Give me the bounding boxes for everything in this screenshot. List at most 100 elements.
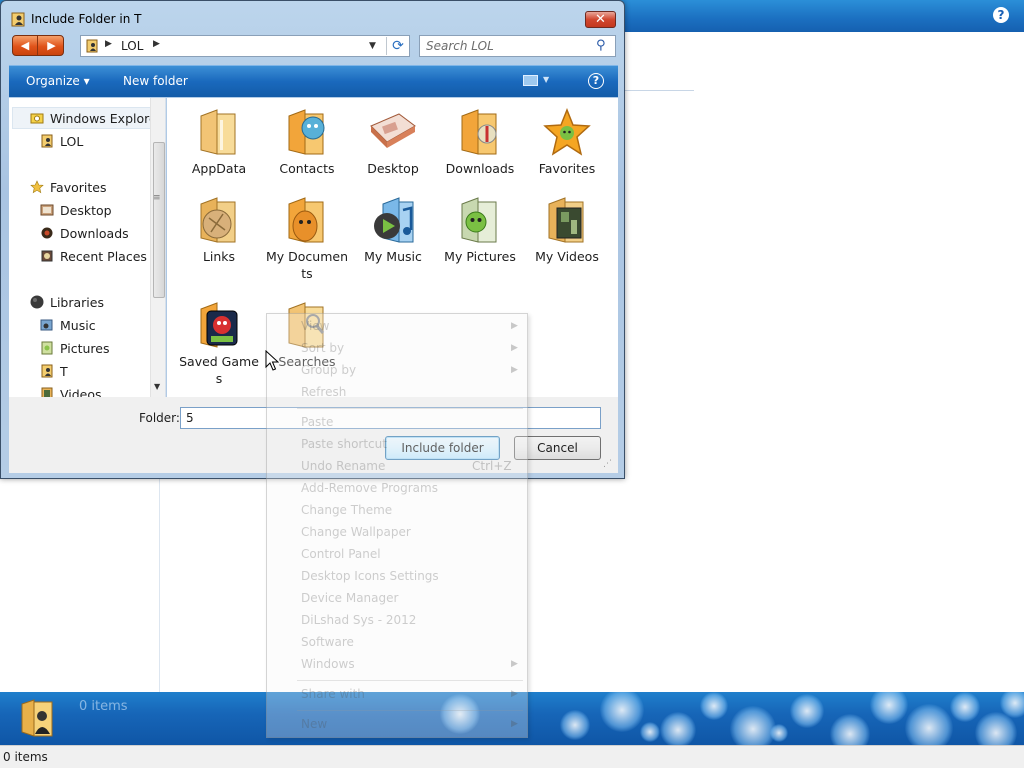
menu-item-new[interactable]: New [301, 717, 327, 731]
view-options-chevron-icon[interactable]: ▼ [543, 75, 549, 84]
nav-item-label: Pictures [60, 341, 110, 356]
organize-button[interactable]: Organize ▾ [26, 74, 90, 88]
navigation-pane: Windows Explorer LOL Favorites Desktop D… [9, 98, 166, 397]
contacts-icon [288, 109, 325, 155]
address-dropdown-icon[interactable]: ▼ [369, 41, 376, 51]
folder-my-music[interactable]: My Music [351, 196, 435, 265]
submenu-arrow-icon: ▶ [511, 719, 518, 729]
status-item-count: 0 items [3, 750, 48, 764]
folder-my-documents[interactable]: My Documents [265, 196, 349, 282]
nav-item-label: Desktop [60, 203, 112, 218]
breadcrumb-arrow-icon[interactable]: ▶ [105, 39, 112, 49]
menu-item-change-wallpaper[interactable]: Change Wallpaper [301, 525, 411, 539]
menu-item-sort-by[interactable]: Sort by [301, 341, 344, 355]
menu-item-desktop-icons-settings[interactable]: Desktop Icons Settings [301, 569, 439, 583]
menu-item-paste[interactable]: Paste [301, 415, 333, 429]
nav-item-label: Downloads [60, 226, 129, 241]
dialog-title: Include Folder in T [31, 12, 142, 26]
pictures-folder-icon [461, 197, 497, 243]
submenu-arrow-icon: ▶ [511, 659, 518, 669]
menu-item-share-with[interactable]: Share with [301, 687, 365, 701]
folder-desktop[interactable]: Desktop [351, 108, 435, 177]
submenu-arrow-icon: ▶ [511, 321, 518, 331]
folder-input-value[interactable]: 5 [186, 411, 194, 425]
menu-separator [297, 408, 523, 409]
libraries-icon [30, 295, 44, 309]
menu-item-change-theme[interactable]: Change Theme [301, 503, 392, 517]
search-icon[interactable]: ⚲ [596, 38, 606, 53]
nav-item-label: LOL [60, 134, 84, 149]
menu-item-refresh[interactable]: Refresh [301, 385, 346, 399]
forward-button[interactable]: ▶ [39, 36, 63, 55]
navigation-buttons: ◀ ▶ [12, 35, 64, 56]
menu-item-control-panel[interactable]: Control Panel [301, 547, 381, 561]
nav-item-label: Recent Places [60, 249, 147, 264]
navigation-scrollbar[interactable]: ≡ ▼ [150, 98, 165, 397]
folder-label: My Music [364, 249, 422, 264]
menu-item-paste-shortcut[interactable]: Paste shortcut [301, 437, 387, 451]
recent-places-icon [41, 250, 53, 262]
menu-item-device-manager[interactable]: Device Manager [301, 591, 398, 605]
folder-contacts[interactable]: Contacts [265, 108, 349, 177]
back-button[interactable]: ◀ [13, 36, 38, 55]
details-item-count: 0 items [79, 699, 128, 714]
folder-label: Contacts [279, 161, 335, 176]
context-menu: View ▶ Sort by ▶ Group by ▶ Refresh Past… [266, 313, 528, 738]
refresh-icon[interactable]: ⟳ [386, 37, 409, 55]
folder-links[interactable]: Links [177, 196, 261, 265]
close-button[interactable]: ✕ [585, 11, 616, 28]
folder-downloads[interactable]: Downloads [438, 108, 522, 177]
menu-item-dilshad-sys[interactable]: DiLshad Sys - 2012 [301, 613, 416, 627]
background-help-icon[interactable]: ? [993, 7, 1009, 23]
menu-shortcut: Ctrl+Z [472, 459, 512, 473]
links-folder-icon [200, 197, 236, 243]
scrollbar-thumb[interactable] [153, 142, 165, 298]
nav-item-label: Videos [60, 387, 102, 397]
address-bar[interactable]: ▶ LOL ▶ ▼ ⟳ [80, 35, 410, 57]
folder-label: My Videos [535, 249, 599, 264]
explorer-icon [30, 113, 44, 124]
nav-item-label: Windows Explorer [50, 111, 162, 126]
menu-separator [297, 680, 523, 681]
folder-my-videos[interactable]: My Videos [525, 196, 609, 265]
breadcrumb-lol[interactable]: LOL [121, 39, 143, 53]
dialog-folder-icon [11, 12, 25, 27]
change-view-icon[interactable] [523, 75, 538, 86]
library-folder-icon [41, 364, 53, 378]
nav-item-label: Libraries [50, 295, 104, 310]
folder-label: My Pictures [444, 249, 516, 264]
menu-item-windows[interactable]: Windows [301, 657, 355, 671]
help-icon[interactable]: ? [588, 73, 604, 89]
menu-item-undo-rename[interactable]: Undo Rename [301, 459, 385, 473]
menu-item-add-remove-programs[interactable]: Add-Remove Programs [301, 481, 438, 495]
downloads-folder-icon [461, 109, 497, 155]
folder-label: AppData [191, 161, 247, 176]
folder-label: Favorites [538, 161, 596, 176]
menu-item-software[interactable]: Software [301, 635, 354, 649]
videos-folder-icon [548, 197, 584, 243]
folder-appdata[interactable]: AppData [177, 108, 261, 177]
menu-item-view[interactable]: View [301, 319, 329, 333]
resize-grip-icon[interactable]: ⋰ [603, 459, 612, 469]
breadcrumb-arrow-icon[interactable]: ▶ [153, 39, 160, 49]
mouse-cursor-icon [265, 350, 279, 371]
search-input[interactable]: Search LOL [426, 39, 494, 53]
user-folder-icon [21, 699, 53, 737]
status-bar: 0 items [0, 745, 1024, 768]
scrollbar-grip-icon: ≡ [153, 193, 161, 203]
menu-item-group-by[interactable]: Group by [301, 363, 356, 377]
videos-icon [41, 387, 53, 397]
folder-field-label: Folder: [139, 411, 180, 425]
menu-separator [297, 710, 523, 711]
folder-my-pictures[interactable]: My Pictures [438, 196, 522, 265]
scroll-down-arrow-icon[interactable]: ▼ [154, 382, 160, 391]
nav-item-label: T [60, 364, 68, 379]
folder-favorites[interactable]: Favorites [525, 108, 609, 177]
folder-label: Saved Games [179, 354, 259, 386]
new-folder-button[interactable]: New folder [123, 74, 188, 88]
star-icon [30, 180, 44, 194]
search-box[interactable]: Search LOL ⚲ [419, 35, 616, 57]
folder-icon [200, 109, 236, 155]
folder-saved-games[interactable]: Saved Games [177, 301, 261, 387]
downloads-icon [41, 227, 53, 239]
